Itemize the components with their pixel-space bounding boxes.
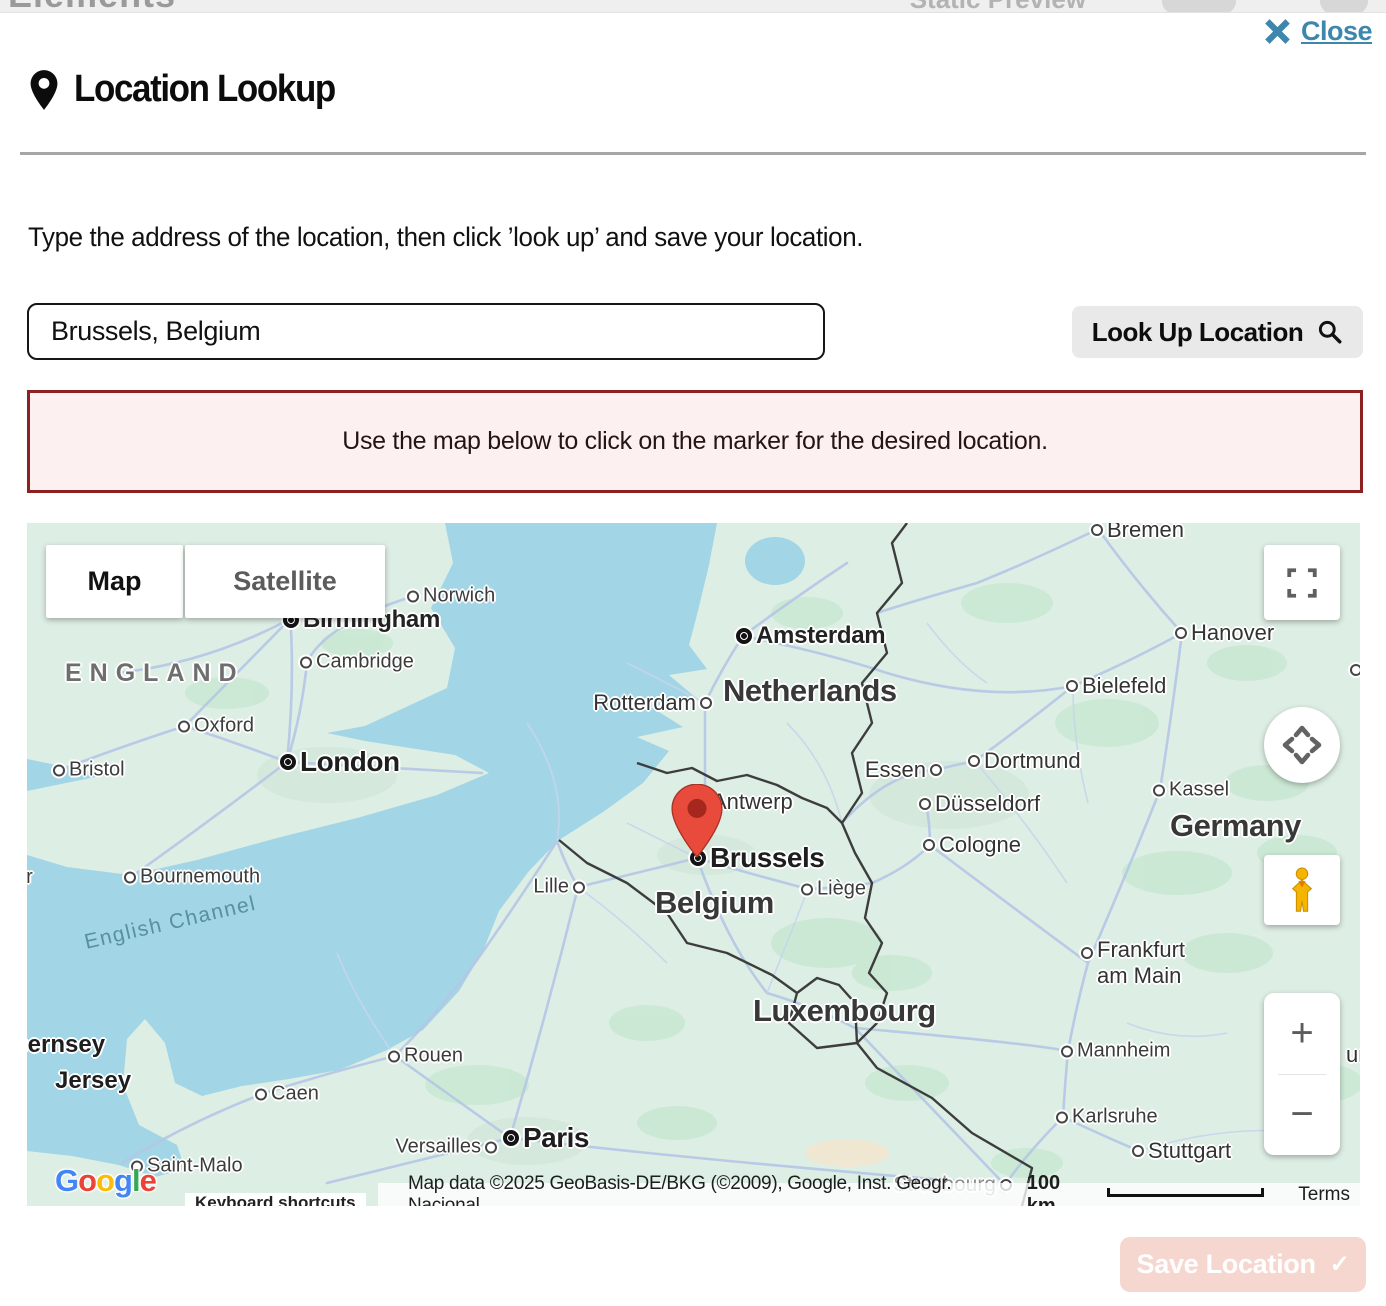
zoom-control: + − (1264, 993, 1340, 1155)
instruction-text: Type the address of the location, then c… (28, 222, 863, 253)
background-pill (1162, 0, 1236, 13)
map-canvas[interactable]: NorwichBirminghamCambridgeENGLANDOxfordB… (27, 523, 1360, 1206)
map-type-label-map: Map (88, 566, 142, 597)
background-pill (1320, 0, 1368, 13)
fullscreen-button[interactable] (1264, 545, 1340, 620)
lookup-button-label: Look Up Location (1092, 317, 1304, 348)
map-attribution-text: Map data ©2025 GeoBasis-DE/BKG (©2009), … (408, 1173, 1027, 1207)
fullscreen-icon (1285, 566, 1319, 600)
pegman-icon (1287, 867, 1317, 913)
google-logo[interactable]: Google (55, 1163, 156, 1199)
keyboard-shortcuts-label: Keyboard shortcuts (195, 1193, 356, 1206)
save-location-label: Save Location (1137, 1249, 1316, 1280)
map-type-label-satellite: Satellite (233, 566, 337, 597)
close-icon (1264, 18, 1291, 45)
keyboard-shortcuts-button[interactable]: Keyboard shortcuts (185, 1193, 366, 1206)
pan-control[interactable] (1264, 707, 1340, 783)
location-pin-icon (30, 69, 58, 111)
dialog-title: Location Lookup (74, 68, 335, 111)
map-scale-label: 100 km (1027, 1172, 1095, 1207)
background-page-strip: Elements Static Preview (0, 0, 1386, 13)
search-icon (1317, 319, 1343, 345)
close-label: Close (1301, 16, 1372, 47)
map-scale-bar (1107, 1188, 1265, 1197)
pan-arrows-icon (1280, 723, 1324, 767)
location-lookup-dialog: Elements Static Preview Close Location L… (0, 0, 1386, 1306)
map-attribution-bar: Map data ©2025 GeoBasis-DE/BKG (©2009), … (378, 1183, 1360, 1206)
close-button[interactable]: Close (1264, 16, 1372, 47)
background-text-fragment: Elements (8, 0, 176, 13)
alert-banner: Use the map below to click on the marker… (27, 390, 1363, 493)
check-icon: ✓ (1330, 1250, 1350, 1279)
map-type-button-satellite[interactable]: Satellite (185, 545, 385, 618)
street-view-pegman-button[interactable] (1264, 855, 1340, 925)
map-marker-pin[interactable] (671, 784, 723, 858)
background-text-fragment-right: Static Preview (910, 0, 1086, 13)
map-type-button-map[interactable]: Map (46, 545, 183, 618)
lookup-button[interactable]: Look Up Location (1072, 306, 1363, 358)
zoom-in-button[interactable]: + (1264, 993, 1340, 1074)
dialog-header: Location Lookup (30, 68, 358, 111)
divider (20, 152, 1366, 155)
map-artwork (27, 523, 1360, 1206)
terms-link[interactable]: Terms (1298, 1184, 1350, 1206)
save-location-button[interactable]: Save Location ✓ (1120, 1237, 1366, 1292)
zoom-out-button[interactable]: − (1264, 1075, 1340, 1156)
address-input[interactable] (27, 303, 825, 360)
alert-message: Use the map below to click on the marker… (342, 427, 1048, 456)
